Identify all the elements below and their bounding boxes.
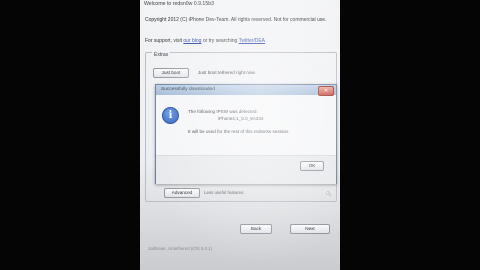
advanced-description: Less useful features. (204, 190, 245, 195)
support-prefix: For support, visit (145, 38, 182, 44)
advanced-button[interactable]: Advanced (164, 188, 200, 198)
close-icon[interactable]: ✕ (318, 86, 334, 96)
dialog-title: Successfully downloaded (161, 87, 215, 92)
ok-button[interactable]: OK (300, 161, 324, 171)
status-text: Jailbreak, Untethered (iOS 5.0.1) (148, 246, 213, 251)
window-title: Welcome to redsn0w 0.9.15b3 (144, 1, 214, 7)
blog-link[interactable]: our blog (183, 38, 201, 44)
copyright-text: Copyright 2012 (C) iPhone Dev-Team. All … (145, 17, 327, 23)
dialog-message-line1: The following IPSW was detected: (188, 109, 258, 114)
video-letterbox-left (0, 0, 140, 270)
support-middle: or try searching (202, 38, 238, 44)
photographed-screen: Welcome to redsn0w 0.9.15b3 Copyright 20… (140, 0, 340, 270)
back-button[interactable]: Back (240, 224, 272, 234)
support-line: For support, visit our blog or try searc… (145, 38, 265, 44)
success-dialog: Successfully downloaded ✕ i The followin… (155, 84, 337, 184)
twitter-link[interactable]: Twitter/DEA (239, 38, 265, 44)
dialog-message-line3: It will be used for the rest of this red… (188, 129, 290, 134)
info-icon: i (162, 107, 179, 124)
mouse-cursor-icon: ↖ (326, 191, 332, 198)
dialog-message-ipsw: iPhone4,1_5.0_9A334 (218, 116, 264, 121)
extras-group-label: Extras (152, 52, 171, 58)
dialog-titlebar: Successfully downloaded ✕ (156, 85, 336, 96)
just-boot-description: Just boot tethered right now. (198, 70, 256, 75)
just-boot-button[interactable]: Just boot (153, 68, 189, 78)
video-letterbox-right (340, 0, 480, 270)
next-button[interactable]: Next (290, 224, 330, 234)
